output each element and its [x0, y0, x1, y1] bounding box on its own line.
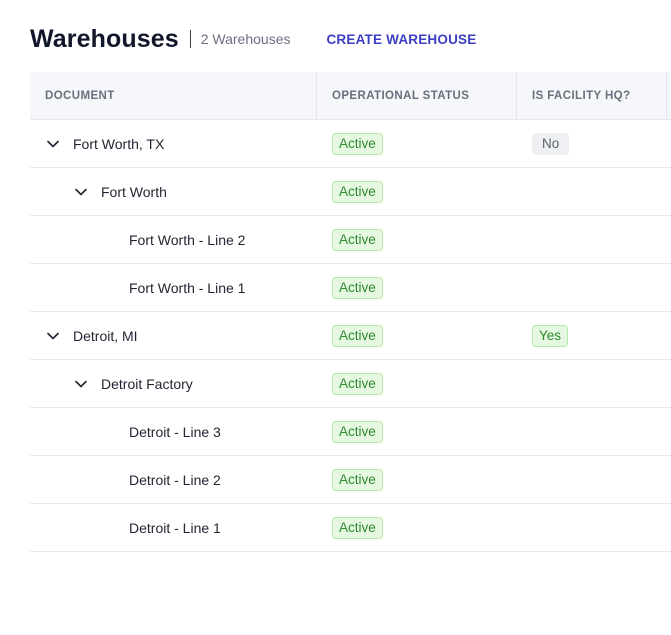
status-cell: Active: [317, 360, 517, 407]
chevron-down-icon[interactable]: [45, 328, 61, 344]
document-name[interactable]: Fort Worth - Line 1: [129, 280, 245, 296]
warehouse-count: 2 Warehouses: [200, 31, 291, 47]
status-badge: Active: [332, 228, 383, 251]
warehouses-table: DOCUMENT OPERATIONAL STATUS IS FACILITY …: [30, 72, 671, 552]
column-header-operational-status[interactable]: OPERATIONAL STATUS: [317, 72, 517, 119]
status-badge: Active: [332, 516, 383, 539]
hq-badge: Yes: [532, 324, 569, 347]
status-cell: Active: [317, 456, 517, 503]
column-header-is-facility-hq[interactable]: IS FACILITY HQ?: [517, 72, 667, 119]
status-cell: Active: [317, 216, 517, 263]
hq-cell: [517, 216, 667, 263]
document-cell: Detroit Factory: [30, 360, 317, 407]
table-row[interactable]: Detroit Factory Active: [30, 360, 671, 408]
column-header-document[interactable]: DOCUMENT: [30, 72, 317, 119]
document-name[interactable]: Detroit Factory: [101, 376, 193, 392]
document-name[interactable]: Detroit, MI: [73, 328, 138, 344]
table-header: DOCUMENT OPERATIONAL STATUS IS FACILITY …: [30, 72, 671, 120]
chevron-down-icon[interactable]: [73, 184, 89, 200]
warehouses-page: Warehouses 2 Warehouses CREATE WAREHOUSE…: [0, 0, 671, 635]
page-title: Warehouses: [30, 24, 179, 53]
table-row[interactable]: Detroit - Line 1 Active: [30, 504, 671, 552]
table-row[interactable]: Fort Worth, TX Active No: [30, 120, 671, 168]
table-row[interactable]: Fort Worth - Line 1 Active: [30, 264, 671, 312]
status-cell: Active: [317, 408, 517, 455]
hq-cell: [517, 408, 667, 455]
table-row[interactable]: Fort Worth Active: [30, 168, 671, 216]
status-badge: Active: [332, 276, 383, 299]
document-cell: Fort Worth, TX: [30, 120, 317, 167]
hq-badge: No: [532, 132, 570, 155]
table-row[interactable]: Detroit - Line 3 Active: [30, 408, 671, 456]
hq-cell: [517, 504, 667, 551]
page-header: Warehouses 2 Warehouses CREATE WAREHOUSE: [30, 22, 476, 56]
status-badge: Active: [332, 324, 383, 347]
status-badge: Active: [332, 420, 383, 443]
hq-cell: [517, 264, 667, 311]
status-badge: Active: [332, 468, 383, 491]
status-cell: Active: [317, 264, 517, 311]
status-cell: Active: [317, 120, 517, 167]
status-cell: Active: [317, 504, 517, 551]
status-cell: Active: [317, 168, 517, 215]
document-name[interactable]: Detroit - Line 1: [129, 520, 221, 536]
hq-cell: Yes: [517, 312, 667, 359]
hq-cell: [517, 168, 667, 215]
document-name[interactable]: Fort Worth: [101, 184, 167, 200]
document-name[interactable]: Detroit - Line 2: [129, 472, 221, 488]
document-cell: Detroit - Line 3: [30, 408, 317, 455]
chevron-down-icon[interactable]: [73, 376, 89, 392]
status-badge: Active: [332, 132, 383, 155]
table-row[interactable]: Detroit - Line 2 Active: [30, 456, 671, 504]
document-cell: Detroit, MI: [30, 312, 317, 359]
status-cell: Active: [317, 312, 517, 359]
status-badge: Active: [332, 180, 383, 203]
document-cell: Fort Worth - Line 2: [30, 216, 317, 263]
document-name[interactable]: Fort Worth, TX: [73, 136, 164, 152]
document-cell: Fort Worth - Line 1: [30, 264, 317, 311]
document-cell: Detroit - Line 1: [30, 504, 317, 551]
chevron-down-icon[interactable]: [45, 136, 61, 152]
document-name[interactable]: Detroit - Line 3: [129, 424, 221, 440]
hq-cell: [517, 360, 667, 407]
document-cell: Detroit - Line 2: [30, 456, 317, 503]
table-row[interactable]: Detroit, MI Active Yes: [30, 312, 671, 360]
table-row[interactable]: Fort Worth - Line 2 Active: [30, 216, 671, 264]
document-cell: Fort Worth: [30, 168, 317, 215]
status-badge: Active: [332, 372, 383, 395]
document-name[interactable]: Fort Worth - Line 2: [129, 232, 245, 248]
hq-cell: [517, 456, 667, 503]
title-divider: [189, 30, 191, 48]
hq-cell: No: [517, 120, 667, 167]
create-warehouse-button[interactable]: CREATE WAREHOUSE: [326, 32, 476, 47]
